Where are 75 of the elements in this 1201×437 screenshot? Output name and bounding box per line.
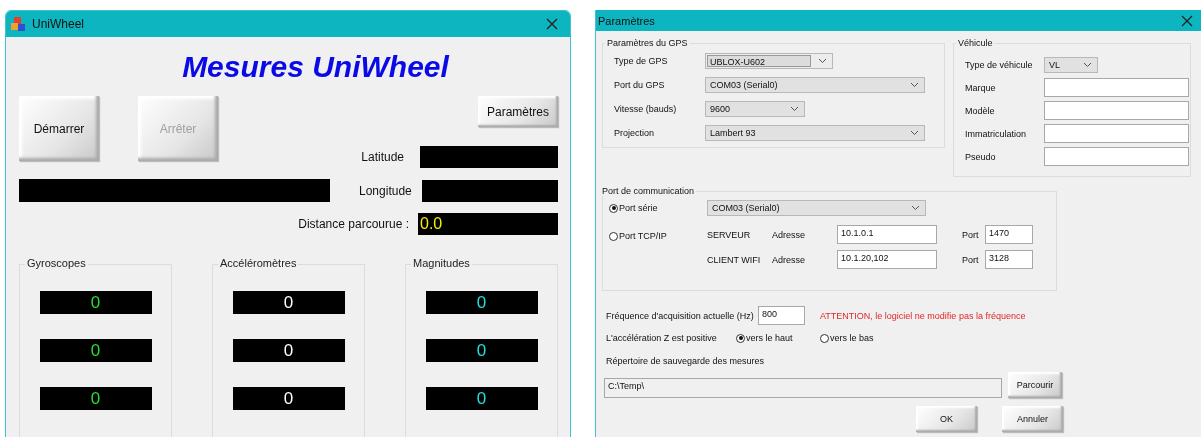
value-text: 0 xyxy=(476,293,487,312)
cubes-icon xyxy=(10,16,26,32)
group-title: Port de communication xyxy=(601,186,696,196)
warning-text: ATTENTION, le logiciel ne modifie pas la fréquence xyxy=(820,310,1026,321)
group-title: Magnitudes xyxy=(411,257,472,269)
radio-button[interactable]: Port TCP/IP xyxy=(609,231,707,241)
value-text: 0 xyxy=(476,389,487,408)
chevron-icon xyxy=(1083,61,1092,68)
field-label: Type de GPS xyxy=(614,56,669,66)
group-title: Gyroscopes xyxy=(25,257,88,269)
close-icon[interactable] xyxy=(546,18,558,30)
dropdown[interactable]: VL xyxy=(1044,56,1098,73)
chevron-icon xyxy=(911,205,920,211)
start-button[interactable]: Démarrer xyxy=(19,96,99,161)
distance-label: Distance parcourue : xyxy=(298,217,409,231)
text-field[interactable] xyxy=(1044,101,1189,120)
field-label: Vitesse (bauds) xyxy=(614,104,678,114)
radio-button[interactable]: vers le bas xyxy=(820,333,904,343)
connection-label: SERVEUR xyxy=(707,229,752,240)
cancel-button[interactable]: Annuler xyxy=(1002,406,1063,432)
field-label: Port xyxy=(962,229,980,240)
text-field[interactable] xyxy=(1044,78,1189,97)
field-label: Marque xyxy=(965,82,997,93)
value-text: 0 xyxy=(283,341,294,360)
window-title: UniWheel xyxy=(32,17,86,31)
value-text: 0 xyxy=(476,341,487,360)
value-text: 0 xyxy=(90,341,101,360)
field-label: Adresse xyxy=(772,254,807,265)
radio-button[interactable]: Port série xyxy=(609,203,707,213)
port-field[interactable]: 1470 xyxy=(985,225,1033,244)
field-label: Adresse xyxy=(772,229,807,240)
radio-button[interactable]: vers le haut xyxy=(736,333,820,343)
longitude-label: Longitude xyxy=(359,183,412,198)
chevron-icon xyxy=(818,58,827,64)
text-field[interactable] xyxy=(1044,124,1189,143)
group-title: Véhicule xyxy=(957,38,994,48)
dropdown[interactable]: UBLOX-U602 xyxy=(705,53,833,69)
window-title: Paramètres xyxy=(598,14,656,27)
close-icon[interactable] xyxy=(1181,14,1193,27)
dropdown[interactable]: COM03 (Serial0) xyxy=(707,200,926,216)
field-label: Immatriculation xyxy=(965,128,1028,139)
chevron-icon xyxy=(910,82,919,88)
chevron-icon xyxy=(910,130,919,136)
field-label: Port du GPS xyxy=(614,80,666,90)
group-title: Paramètres du GPS xyxy=(606,38,689,48)
value-text: 0 xyxy=(90,389,101,408)
value-text: 0 xyxy=(90,293,101,312)
dropdown[interactable]: COM03 (Serial0) xyxy=(705,77,925,93)
field-label: Répertoire de sauvegarde des mesures xyxy=(605,356,766,366)
field-label: L'accélération Z est positive xyxy=(606,333,718,343)
group-title: Accéléromètres xyxy=(218,257,299,269)
port-field[interactable]: 3128 xyxy=(985,250,1033,269)
field-label: Projection xyxy=(614,128,656,138)
field-label: Pseudo xyxy=(965,151,997,162)
chevron-icon xyxy=(790,106,799,112)
browse-button[interactable]: Parcourir xyxy=(1008,372,1062,398)
value-text: 0 xyxy=(283,293,294,312)
ok-button[interactable]: OK xyxy=(916,406,977,432)
field-label: Modèle xyxy=(965,105,996,116)
settings-button[interactable]: Paramètres xyxy=(478,96,558,127)
field-label: Fréquence d'acquisition actuelle (Hz) xyxy=(606,310,755,321)
connection-label: CLIENT WIFI xyxy=(707,254,762,265)
dropdown[interactable]: Lambert 93 xyxy=(705,125,925,141)
distance-display: 0.0 xyxy=(418,213,558,235)
value-text: 0 xyxy=(283,389,294,408)
app-heading: Mesures UniWheel xyxy=(181,49,451,85)
address-field[interactable]: 10.1.0.1 xyxy=(837,225,937,244)
field-label: Port xyxy=(962,254,980,265)
field-label: Type de véhicule xyxy=(965,59,1034,70)
dropdown[interactable]: 9600 xyxy=(705,101,805,117)
text-field[interactable] xyxy=(1044,147,1189,166)
latitude-label: Latitude xyxy=(361,150,404,164)
address-field[interactable]: 10.1.20,102 xyxy=(837,250,937,269)
path-field[interactable]: C:\Temp\ xyxy=(604,377,1002,398)
frequency-field[interactable]: 800 xyxy=(758,306,805,325)
